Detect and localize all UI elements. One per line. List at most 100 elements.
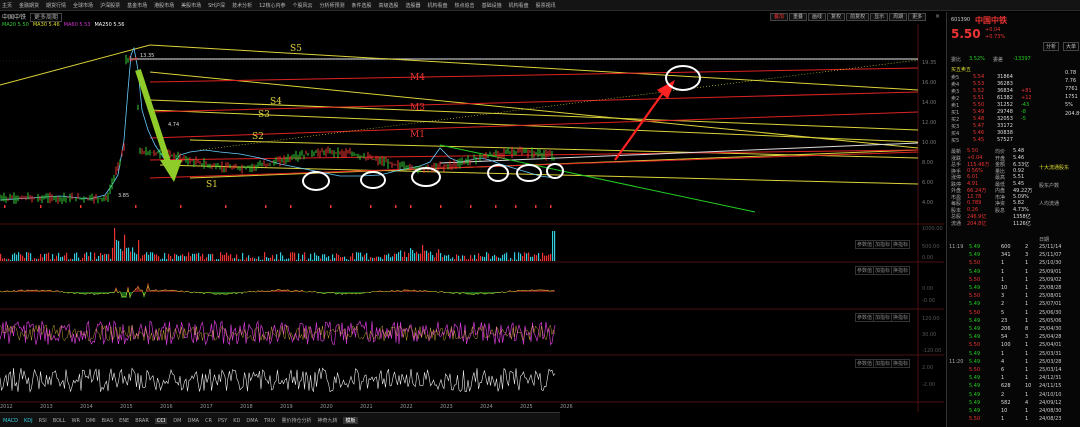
pane-tool-button[interactable]: 加指标 (873, 266, 893, 275)
holder-date[interactable]: 25/03/31 (1039, 351, 1061, 357)
indicator-tab[interactable]: TRIX (264, 418, 275, 424)
indicator-tab[interactable]: DMA (187, 418, 199, 424)
tick-cell: 1 (1025, 293, 1029, 300)
event-marker (80, 205, 82, 208)
holder-date[interactable]: 25/04/01 (1039, 342, 1061, 348)
volume-bar (288, 258, 290, 261)
indicator-tab[interactable]: 模板 (343, 417, 358, 424)
indicator-tab[interactable]: KDJ (24, 418, 33, 424)
orderbook-cell: 5.46 (973, 130, 985, 136)
indicator-tab[interactable]: BOLL (53, 418, 66, 424)
indicator-tab[interactable]: PSY (218, 418, 227, 424)
indicator-tab[interactable]: ENE (119, 418, 129, 424)
volume-bar (78, 257, 80, 261)
pane-tool-button[interactable]: 换指标 (891, 359, 911, 368)
indicator-tab[interactable]: CR (205, 418, 212, 424)
holder-date[interactable]: 25/09/01 (1039, 269, 1061, 275)
volume-bar (58, 252, 60, 261)
indicator-tab[interactable]: RSI (39, 418, 47, 424)
pane-tool-button[interactable]: 参数值 (855, 359, 875, 368)
volume-bar (222, 255, 224, 261)
holder-date[interactable]: 24/08/30 (1039, 408, 1061, 414)
volume-bar (266, 257, 268, 261)
volume-bar (376, 256, 378, 261)
volume-bar (30, 253, 32, 261)
holder-date[interactable]: 24/11/15 (1039, 383, 1061, 389)
holder-date[interactable]: 25/03/28 (1039, 359, 1061, 365)
pane-tool-button[interactable]: 参数值 (855, 266, 875, 275)
tick-cell: 1 (1025, 285, 1029, 291)
pane-tool-button[interactable]: 换指标 (891, 240, 911, 249)
pane-tool-button[interactable]: 换指标 (891, 313, 911, 322)
holder-date[interactable]: 25/04/28 (1039, 334, 1061, 340)
holder-date[interactable]: 25/03/14 (1039, 367, 1061, 373)
orderbook-cell: 卖1 (951, 103, 960, 109)
holder-date[interactable]: 25/08/28 (1039, 285, 1061, 291)
volume-bar (184, 256, 186, 261)
indicator-tab[interactable]: KD (233, 418, 240, 424)
tick-cell: 1 (1025, 367, 1029, 373)
indicator-tab[interactable]: BIAS (102, 418, 114, 424)
pane-tool-button[interactable]: 加指标 (873, 313, 893, 322)
holder-date[interactable]: 25/08/01 (1039, 293, 1061, 299)
holder-date[interactable]: 25/05/06 (1039, 318, 1061, 324)
volume-bar (484, 256, 486, 261)
orderbook-cell: 36283 (997, 81, 1013, 87)
volume-bar (480, 256, 482, 261)
holder-date[interactable]: 24/10/10 (1039, 392, 1061, 398)
holder-date[interactable]: 25/11/07 (1039, 252, 1061, 258)
pane-tool-button[interactable]: 参数值 (855, 240, 875, 249)
bigorder-button[interactable]: 大单 (1063, 42, 1080, 51)
label-s2: S2 (252, 132, 264, 142)
indicator-tab[interactable]: CCI (154, 418, 168, 424)
label-s4: S4 (270, 97, 282, 107)
volume-bar (118, 240, 120, 261)
holder-date[interactable]: 25/11/14 (1039, 244, 1061, 250)
holder-date[interactable]: 24/08/23 (1039, 416, 1061, 422)
volume-bar (38, 258, 40, 261)
indicator-tab[interactable]: WR (72, 418, 80, 424)
volume-bar (264, 252, 266, 261)
indicator-tab[interactable]: DM (173, 418, 181, 424)
macd-line (0, 284, 555, 298)
volume-bar (294, 252, 296, 261)
stat-cell: +0.04 (967, 154, 983, 161)
pane-tool-button[interactable]: 加指标 (873, 359, 893, 368)
volume-bar (468, 259, 470, 261)
indicator-tab[interactable]: DMA (246, 418, 258, 424)
holder-date[interactable]: 25/04/30 (1039, 326, 1061, 332)
pane-tool-button[interactable]: 加指标 (873, 240, 893, 249)
volume-bar (60, 257, 62, 261)
analysis-button[interactable]: 分析 (1043, 42, 1060, 51)
holder-date[interactable]: 25/10/30 (1039, 260, 1061, 266)
volume-bar (204, 259, 206, 261)
volume-bar (428, 252, 430, 261)
holder-date[interactable]: 25/06/30 (1039, 310, 1061, 316)
stock-pct: +0.73% (985, 34, 1006, 40)
holder-date[interactable]: 25/09/02 (1039, 277, 1061, 283)
volume-bar (408, 253, 410, 261)
indicator-tab[interactable]: BRAR (135, 418, 149, 424)
indicator-tab[interactable]: MACD (3, 418, 18, 424)
volume-bar (98, 255, 100, 261)
event-marker (225, 205, 227, 208)
volume-bar (176, 254, 178, 261)
volume-bar (278, 259, 280, 261)
tick-cell: 11:20 (949, 358, 964, 365)
holder-date[interactable]: 24/09/12 (1039, 400, 1061, 406)
tick-cell: 1 (1025, 301, 1029, 308)
volume-bar (504, 253, 506, 261)
pane-tool-button[interactable]: 参数值 (855, 313, 875, 322)
holder-date[interactable]: 25/07/01 (1039, 301, 1061, 307)
orderbook-cell: 卖2 (951, 96, 960, 102)
volume-bar (86, 252, 88, 261)
holder-date[interactable]: 24/12/31 (1039, 375, 1061, 381)
tick-cell: 5.49 (969, 317, 981, 324)
label-m3: M3 (410, 103, 425, 113)
indicator-tab[interactable]: DMI (86, 418, 96, 424)
volume-bar (196, 253, 198, 261)
pane-tool-button[interactable]: 换指标 (891, 266, 911, 275)
indicator-tab[interactable]: 量价持仓分析 (281, 417, 311, 424)
tick-cell: 5.50 (969, 276, 981, 283)
indicator-tab[interactable]: 神奇九转 (317, 417, 337, 424)
